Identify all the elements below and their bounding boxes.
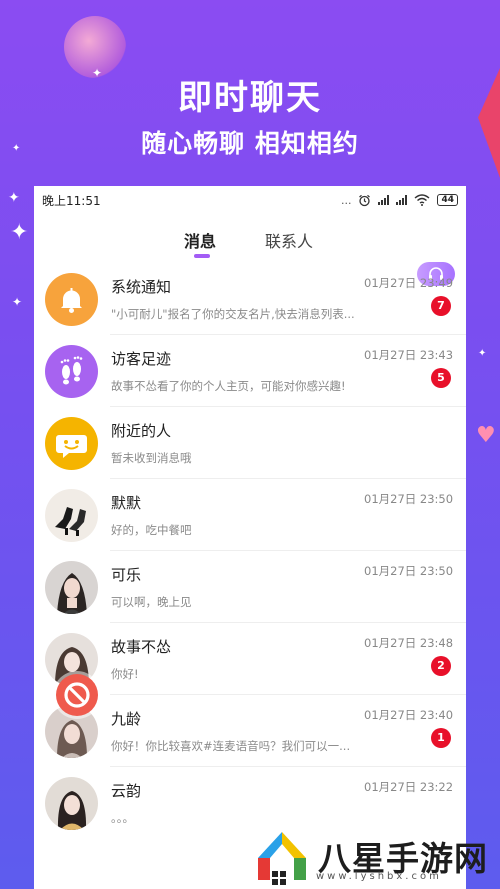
conversation-preview: "小可耐儿"报名了你的交友名片,快去消息列表...	[111, 307, 355, 321]
block-icon[interactable]	[56, 674, 98, 716]
avatar	[45, 489, 98, 542]
conversation-row-momo[interactable]: 默默 01月27日 23:50 好的，吃中餐吧	[34, 479, 466, 551]
sparkle-icon: ✦	[478, 348, 487, 359]
conversation-name: 故事不怂	[111, 638, 172, 656]
unread-badge: 2	[431, 656, 451, 676]
tab-messages[interactable]: 消息	[184, 228, 216, 252]
signal-icon	[378, 195, 390, 205]
heart-icon: ♥	[476, 423, 496, 448]
conversation-preview: 你好！你比较喜欢#连麦语音吗？我们可以一...	[111, 739, 351, 753]
conversation-preview: 。。。	[111, 811, 134, 825]
conversation-preview: 故事不怂看了你的个人主页，可能对你感兴趣!	[111, 379, 346, 393]
sparkle-icon: ✦	[10, 220, 29, 245]
conversation-row-jiuling[interactable]: 九龄 01月27日 23:40 你好！你比较喜欢#连麦语音吗？我们可以一... …	[34, 695, 466, 767]
tab-indicator	[194, 254, 210, 258]
conversation-preview: 好的，吃中餐吧	[111, 523, 192, 537]
conversation-row-nearby[interactable]: 附近的人 暂未收到消息哦	[34, 407, 466, 479]
conversation-name: 系统通知	[111, 278, 172, 296]
conversation-preview: 暂未收到消息哦	[111, 451, 192, 465]
conversation-preview: 可以啊，晚上见	[111, 595, 192, 609]
unread-badge: 1	[431, 728, 451, 748]
conversation-row-gushi[interactable]: 故事不怂 01月27日 23:48 你好! 2	[34, 623, 466, 695]
conversation-name: 九龄	[111, 710, 142, 728]
battery-indicator: 44	[437, 194, 458, 206]
unread-badge: 7	[431, 296, 451, 316]
avatar	[45, 561, 98, 614]
conversation-name: 云韵	[111, 782, 142, 800]
promo-subtitle: 随心畅聊 相知相约	[141, 129, 359, 158]
conversation-time: 01月27日 23:50	[364, 492, 454, 506]
avatar	[45, 777, 98, 830]
signal-icon	[396, 195, 408, 205]
promo-title: 即时聊天	[178, 78, 322, 118]
status-icons: ... 44	[341, 194, 458, 207]
grid-icon	[272, 870, 286, 885]
conversation-time: 01月27日 23:49	[364, 276, 454, 290]
sparkle-icon: ✦	[8, 190, 20, 206]
unread-badge: 5	[431, 368, 451, 388]
conversation-row-visitors[interactable]: 访客足迹 01月27日 23:43 故事不怂看了你的个人主页，可能对你感兴趣! …	[34, 335, 466, 407]
status-bar: 晚上11:51 ... 44	[34, 186, 466, 214]
conversation-row-yunyun[interactable]: 云韵 01月27日 23:22 。。。	[34, 767, 466, 839]
conversation-row-system[interactable]: 系统通知 01月27日 23:49 "小可耐儿"报名了你的交友名片,快去消息列表…	[34, 263, 466, 335]
chat-smile-icon	[45, 417, 98, 470]
conversation-time: 01月27日 23:40	[364, 708, 454, 722]
sparkle-icon: ✦	[12, 295, 23, 309]
conversation-time: 01月27日 23:48	[364, 636, 454, 650]
footprints-icon	[45, 345, 98, 398]
conversation-name: 可乐	[111, 566, 142, 584]
conversation-name: 访客足迹	[111, 350, 172, 368]
alarm-icon	[359, 194, 371, 206]
conversation-time: 01月27日 23:50	[364, 564, 454, 578]
conversation-time: 01月27日 23:43	[364, 348, 454, 362]
phone-screen: 晚上11:51 ... 44 消息 联系人 系统通知 01月27日 23:49 …	[34, 186, 466, 889]
wifi-icon	[415, 194, 430, 206]
conversation-preview: 你好!	[111, 667, 139, 681]
bell-icon	[45, 273, 98, 326]
site-url: www.lyshbx.com	[316, 871, 442, 882]
conversation-list: 系统通知 01月27日 23:49 "小可耐儿"报名了你的交友名片,快去消息列表…	[34, 263, 466, 839]
status-time: 晚上11:51	[42, 193, 101, 208]
conversation-name: 默默	[111, 494, 142, 512]
tab-contacts[interactable]: 联系人	[265, 228, 313, 252]
conversation-name: 附近的人	[111, 422, 172, 440]
conversation-time: 01月27日 23:22	[364, 780, 454, 794]
conversation-row-kele[interactable]: 可乐 01月27日 23:50 可以啊，晚上见	[34, 551, 466, 623]
tab-bar: 消息 联系人	[34, 224, 466, 286]
more-dots: ...	[340, 193, 352, 207]
